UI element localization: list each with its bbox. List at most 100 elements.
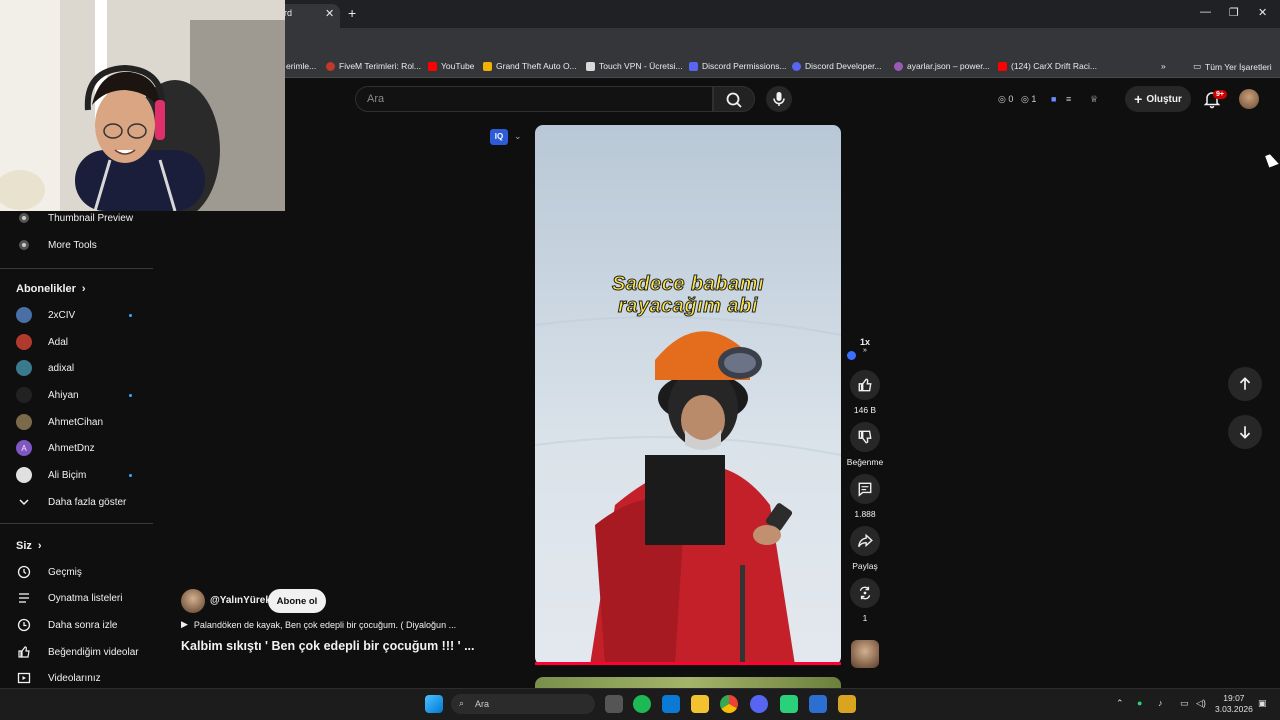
dislike-label: Beğenme: [846, 457, 884, 467]
tray-mic-icon[interactable]: ♪: [1158, 698, 1163, 708]
next-short-button[interactable]: [1228, 415, 1262, 449]
sound-info[interactable]: ▶ Palandöken de kayak, Ben çok edepli bir…: [181, 619, 456, 630]
chevron-right-icon: ›: [37, 540, 42, 552]
you-heading[interactable]: Siz ›: [16, 540, 42, 552]
discord-icon[interactable]: [750, 695, 768, 713]
subscribe-button[interactable]: Abone ol: [268, 589, 326, 613]
bookmark-item[interactable]: YouTube: [428, 61, 474, 71]
search-icon: [726, 92, 742, 108]
bookmark-item[interactable]: erimle...: [286, 61, 316, 71]
sidebar-item-adixal[interactable]: adixal: [16, 355, 74, 381]
channel-avatar: [16, 360, 32, 376]
comment-icon: [858, 482, 872, 497]
sound-source-thumbnail[interactable]: [851, 640, 879, 668]
sidebar-item-2xciv[interactable]: 2xCIV: [16, 302, 75, 328]
bookmark-item[interactable]: (124) CarX Drift Raci...: [998, 61, 1097, 71]
channel-avatar: [16, 467, 32, 483]
channel-avatar: [16, 387, 32, 403]
show-more-button[interactable]: Daha fazla göster: [16, 489, 126, 515]
discord-icon: [689, 61, 698, 71]
sidebar-tool-thumbnail-preview[interactable]: Thumbnail Preview: [16, 205, 133, 231]
previous-short-button[interactable]: [1228, 367, 1262, 401]
comment-count: 1.888: [854, 509, 876, 519]
video-title: Kalbim sıkıştı ' Ben çok edepli bir çocu…: [181, 639, 475, 653]
minimize-icon[interactable]: —: [1200, 6, 1211, 18]
sidebar-item-watch-later[interactable]: Daha sonra izle: [16, 612, 117, 638]
volume-icon[interactable]: ◁): [1196, 698, 1206, 709]
channel-avatar: [16, 414, 32, 430]
channel-avatar: [16, 334, 32, 350]
extension-badge-icon[interactable]: IQ: [490, 129, 508, 145]
history-icon: [16, 564, 32, 580]
app-icon[interactable]: [809, 695, 827, 713]
bookmarks-overflow-icon[interactable]: »: [1161, 61, 1166, 71]
clock-icon: [16, 617, 32, 633]
webcam-image: [0, 0, 285, 211]
subscriptions-heading[interactable]: Abonelikler ›: [16, 283, 86, 295]
tray-overflow-icon[interactable]: ⌃: [1116, 698, 1124, 709]
bookmark-item[interactable]: ayarlar.json – power...: [894, 61, 990, 71]
app-icon[interactable]: [838, 695, 856, 713]
bookmark-item[interactable]: Grand Theft Auto O...: [483, 61, 577, 71]
account-avatar[interactable]: [1239, 89, 1259, 109]
channel-handle[interactable]: @YalınYürek: [210, 595, 271, 606]
sidebar-item-ali-bicim[interactable]: Ali Biçim: [16, 462, 86, 488]
share-button[interactable]: [850, 526, 880, 556]
dislike-button[interactable]: [850, 422, 880, 452]
play-icon: ▶: [181, 619, 188, 629]
windows-start-icon[interactable]: [425, 695, 443, 713]
notifications-center-icon[interactable]: ▣: [1258, 698, 1267, 709]
sidebar-item-adal[interactable]: Adal: [16, 329, 68, 355]
comments-button[interactable]: [850, 474, 880, 504]
trophy-icon[interactable]: ♕: [1090, 94, 1098, 105]
sidebar-item-ahiyan[interactable]: Ahiyan: [16, 382, 79, 408]
extension-icon[interactable]: ■: [1051, 94, 1056, 104]
sidebar-tool-more-tools[interactable]: More Tools: [16, 232, 97, 258]
sidebar-item-ahmetdnz[interactable]: A AhmetDnz: [16, 435, 95, 461]
new-tab-icon[interactable]: +: [348, 5, 356, 21]
bookmark-item[interactable]: Discord Developer...: [792, 61, 882, 71]
network-icon[interactable]: ▭: [1180, 698, 1189, 709]
mouse-cursor-icon: [1265, 152, 1279, 168]
sidebar-divider: [0, 268, 153, 269]
bookmark-item[interactable]: FiveM Terimleri: Rol...: [326, 61, 421, 71]
tray-status-icon[interactable]: ●: [1137, 698, 1142, 708]
sidebar-item-playlists[interactable]: Oynatma listeleri: [16, 585, 122, 611]
eye-counter: ◎ 1: [1021, 94, 1037, 104]
bookmark-item[interactable]: Discord Permissions...: [689, 61, 787, 71]
sidebar-item-history[interactable]: Geçmiş: [16, 559, 82, 585]
bookmark-item[interactable]: Touch VPN - Ücretsi...: [586, 61, 683, 71]
channel-avatar[interactable]: [181, 589, 205, 613]
video-progress-bar[interactable]: [535, 662, 841, 665]
task-view-icon[interactable]: [605, 695, 623, 713]
folder-icon: ▭: [1193, 61, 1202, 71]
chevron-down-icon[interactable]: ⌄: [514, 131, 522, 142]
maximize-icon[interactable]: ❐: [1229, 6, 1239, 19]
remix-button[interactable]: [850, 578, 880, 608]
view-counter: ◎ 0: [998, 94, 1014, 104]
sidebar-item-ahmetcihan[interactable]: AhmetCihan: [16, 409, 103, 435]
create-button[interactable]: + Oluştur: [1125, 86, 1191, 112]
file-explorer-icon[interactable]: [691, 695, 709, 713]
chrome-icon[interactable]: [720, 695, 738, 713]
settings-icon: [16, 210, 32, 226]
taskbar-search[interactable]: ⌕ Ara: [451, 694, 595, 714]
search-button[interactable]: [713, 86, 755, 112]
like-button[interactable]: [850, 370, 880, 400]
sidebar-item-liked-videos[interactable]: Beğendiğim videolar: [16, 639, 139, 665]
voice-search-button[interactable]: [766, 86, 792, 112]
new-content-dot: [129, 394, 132, 397]
search-input[interactable]: Ara: [355, 86, 713, 112]
short-video-player[interactable]: Sadece babamı rayacağım abi: [535, 125, 841, 665]
share-label: Paylaş: [852, 561, 878, 571]
all-bookmarks[interactable]: ▭ Tüm Yer İşaretleri: [1193, 61, 1272, 72]
spotify-icon[interactable]: [633, 695, 651, 713]
list-icon[interactable]: ≡: [1066, 94, 1071, 104]
video-frame: [535, 316, 841, 665]
taskbar-clock[interactable]: 19:07 3.03.2026: [1215, 693, 1253, 715]
sidebar-divider: [0, 523, 153, 524]
vscode-icon[interactable]: [662, 695, 680, 713]
close-tab-icon[interactable]: ✕: [325, 7, 334, 20]
app-icon[interactable]: [780, 695, 798, 713]
window-close-icon[interactable]: ✕: [1258, 6, 1267, 19]
